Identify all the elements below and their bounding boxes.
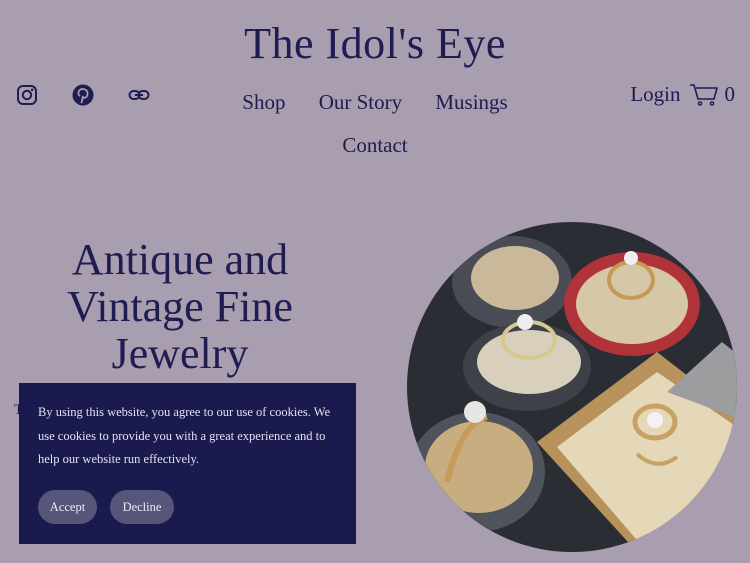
cookie-actions: Accept Decline <box>38 490 174 524</box>
accept-button[interactable]: Accept <box>38 490 97 524</box>
cart-button[interactable]: 0 <box>689 82 736 107</box>
hero-title: Antique and Vintage Fine Jewelry <box>30 236 330 377</box>
hero-title-line: Vintage Fine <box>67 282 293 331</box>
hero-title-line: Antique and <box>71 235 289 284</box>
nav-musings[interactable]: Musings <box>435 90 507 114</box>
cart-icon <box>689 83 718 106</box>
hero-title-line: Jewelry <box>111 329 249 378</box>
nav-shop[interactable]: Shop <box>242 90 285 114</box>
cart-count: 0 <box>724 82 736 106</box>
account-area: Login 0 <box>630 82 735 107</box>
cookie-banner: By using this website, you agree to our … <box>19 383 356 544</box>
site-title[interactable]: The Idol's Eye <box>0 18 750 69</box>
vintage-rings-photo <box>407 222 737 552</box>
nav-contact[interactable]: Contact <box>342 133 407 157</box>
hero-image <box>407 222 737 552</box>
nav-contact-row: Contact <box>0 133 750 158</box>
login-link[interactable]: Login <box>630 82 680 107</box>
nav-our-story[interactable]: Our Story <box>319 90 402 114</box>
decline-button[interactable]: Decline <box>110 490 174 524</box>
cookie-message: By using this website, you agree to our … <box>38 405 331 466</box>
